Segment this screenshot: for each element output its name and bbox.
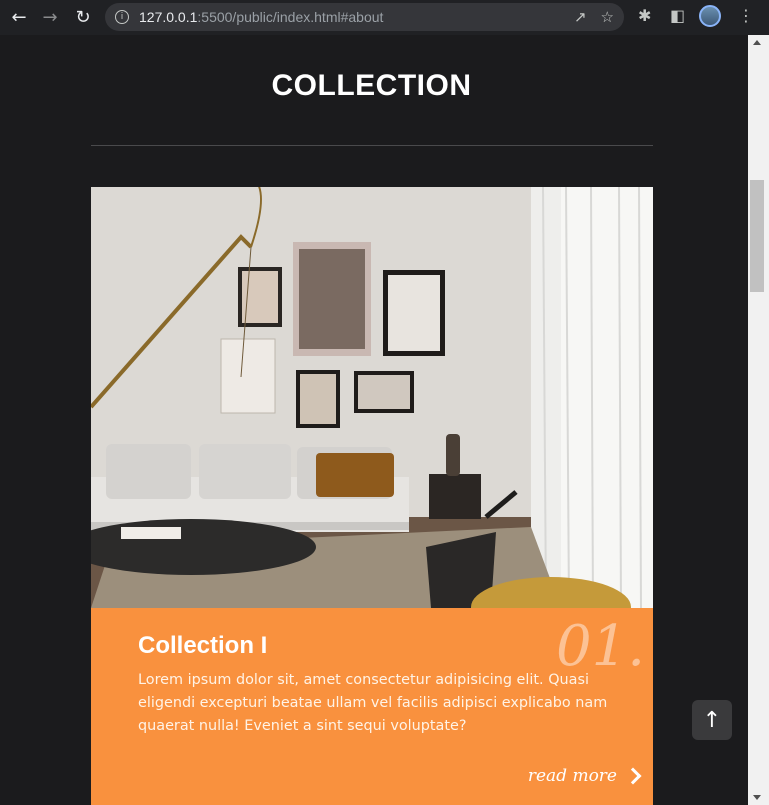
divider: [91, 145, 653, 146]
chevron-right-icon: [624, 767, 642, 785]
star-icon[interactable]: ☆: [601, 8, 614, 26]
card-panel: 01. Collection I Lorem ipsum dolor sit, …: [91, 608, 653, 805]
section-title: COLLECTION: [271, 69, 472, 102]
read-more-link[interactable]: read more: [527, 766, 642, 786]
url-path: :5500/public/index.html#about: [197, 9, 384, 25]
scrollbar-thumb[interactable]: [750, 180, 764, 292]
collection-image: [91, 187, 653, 608]
read-more-label: read more: [527, 766, 617, 786]
menu-icon[interactable]: ⋮: [738, 6, 754, 25]
avatar[interactable]: [699, 5, 721, 27]
extensions-icon[interactable]: ✱: [638, 6, 651, 25]
share-icon[interactable]: ↗: [574, 8, 587, 26]
collection-card: 01. Collection I Lorem ipsum dolor sit, …: [91, 187, 653, 805]
card-description: Lorem ipsum dolor sit, amet consectetur …: [138, 672, 608, 734]
browser-toolbar: ← → ↻ i 127.0.0.1:5500/public/index.html…: [0, 0, 769, 35]
url-host: 127.0.0.1: [139, 9, 198, 25]
side-panel-icon[interactable]: ◧: [670, 6, 685, 25]
scroll-down-arrow[interactable]: [753, 795, 761, 800]
arrow-up-icon: ↑: [702, 707, 722, 733]
address-bar[interactable]: i 127.0.0.1:5500/public/index.html#about…: [105, 3, 624, 31]
card-title: Collection I: [138, 632, 268, 659]
scroll-to-top-button[interactable]: ↑: [692, 700, 732, 740]
forward-icon[interactable]: →: [37, 4, 63, 30]
page-viewport: COLLECTION 01. Collection I Lorem ipsum …: [0, 35, 748, 805]
info-icon[interactable]: i: [115, 10, 129, 24]
back-icon[interactable]: ←: [6, 4, 32, 30]
scrollbar[interactable]: [748, 35, 769, 805]
reload-icon[interactable]: ↻: [70, 4, 96, 30]
url-text[interactable]: 127.0.0.1:5500/public/index.html#about: [139, 9, 383, 25]
scroll-up-arrow[interactable]: [753, 40, 761, 45]
